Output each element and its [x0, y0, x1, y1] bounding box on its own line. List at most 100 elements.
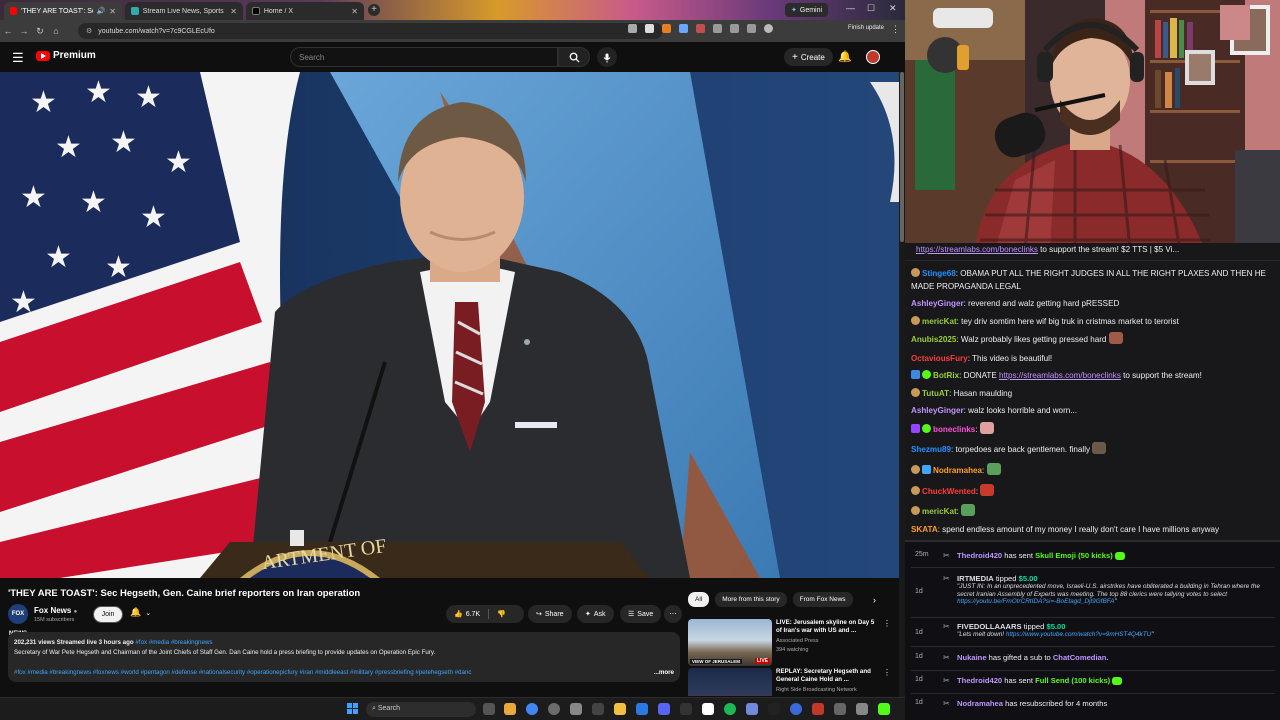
chip-all[interactable]: All	[688, 592, 710, 607]
chevron-right-icon[interactable]: ›	[873, 595, 876, 605]
discord-icon[interactable]	[658, 703, 670, 715]
share-button[interactable]: ↪ Share	[528, 605, 572, 623]
create-button[interactable]: + Create	[784, 48, 833, 66]
dislike-button[interactable]: 👎	[497, 610, 506, 618]
more-options-icon[interactable]: ⋮	[883, 668, 891, 677]
account-avatar[interactable]	[866, 50, 880, 64]
chat-username[interactable]: Stinge68	[922, 269, 956, 278]
ask-button[interactable]: ✦ Ask	[577, 605, 614, 623]
gift-recipient[interactable]: ChatComedian.	[1053, 653, 1109, 662]
feed-username[interactable]: Nukaine	[957, 653, 987, 662]
folder-icon[interactable]	[614, 703, 626, 715]
app-icon[interactable]	[768, 703, 780, 715]
profile-icon[interactable]	[764, 24, 773, 33]
forward-icon[interactable]: →	[16, 26, 32, 36]
search-button[interactable]	[558, 47, 590, 67]
chat-username[interactable]: SKATA	[911, 525, 938, 534]
chat-username[interactable]: BotRix	[933, 371, 959, 380]
description-meta-tags[interactable]: #fox #media #breakingnews	[135, 639, 212, 646]
like-button[interactable]: 👍 6.7K	[454, 610, 480, 619]
chat-username[interactable]: TutuAT	[922, 389, 949, 398]
recommendation-item[interactable]: REPLAY: Secretary Hegseth and General Ca…	[688, 668, 893, 696]
home-icon[interactable]: ⌂	[48, 26, 64, 36]
browser-tab-stream[interactable]: Stream Live News, Sports ✕	[125, 2, 243, 20]
sidebar-icon[interactable]	[747, 24, 756, 33]
video-description[interactable]: 202,231 views Streamed live 3 hours ago …	[8, 632, 680, 682]
chat-username[interactable]: Anubis2025	[911, 335, 956, 344]
feed-username[interactable]: IRTMEDIA	[957, 574, 994, 583]
bookmark-star-icon[interactable]	[645, 24, 654, 33]
tip-link[interactable]: https://www.youtube.com/watch?v=9mHST4Q4…	[1006, 631, 1151, 638]
maximize-icon[interactable]: ☐	[867, 3, 875, 14]
show-more-button[interactable]: ...more	[654, 668, 674, 678]
chat-username[interactable]: mericKat	[922, 507, 957, 516]
task-view-icon[interactable]	[483, 703, 495, 715]
extension-icon[interactable]	[696, 24, 705, 33]
close-window-icon[interactable]: ✕	[889, 3, 897, 14]
feed-username[interactable]: Thedroid420	[957, 676, 1002, 685]
chat-username[interactable]: AshleyGinger	[911, 406, 964, 415]
file-explorer-icon[interactable]	[504, 703, 516, 715]
menu-hamburger-icon[interactable]: ☰	[12, 50, 24, 66]
app-icon[interactable]	[834, 703, 846, 715]
browser-tab-x[interactable]: Home / X ✕	[246, 2, 364, 20]
channel-name[interactable]: Fox News ●	[34, 606, 77, 615]
chip-from-channel[interactable]: From Fox News	[792, 592, 853, 607]
chrome-icon[interactable]	[526, 703, 538, 715]
video-thumbnail[interactable]	[688, 668, 772, 696]
extension-icon[interactable]	[679, 24, 688, 33]
search-input[interactable]: Search	[290, 47, 558, 67]
chip-more-from-story[interactable]: More from this story	[715, 592, 787, 607]
gemini-button[interactable]: ✦ Gemini	[785, 3, 829, 17]
chat-username[interactable]: AshleyGinger	[911, 299, 964, 308]
kick-icon[interactable]	[878, 703, 890, 715]
chat-username[interactable]: Nodramahea	[933, 466, 982, 475]
recommendation-item[interactable]: VIEW OF JERUSALEM LIVE LIVE: Jerusalem s…	[688, 619, 893, 667]
youtube-logo[interactable]: Premium	[36, 50, 96, 61]
app-icon[interactable]	[680, 703, 692, 715]
finish-update-button[interactable]: Finish update	[848, 25, 884, 31]
reload-icon[interactable]: ↻	[32, 26, 48, 37]
more-options-icon[interactable]: ⋮	[883, 619, 891, 628]
app-icon[interactable]	[856, 703, 868, 715]
tab-close-icon[interactable]: ✕	[351, 7, 358, 16]
windows-start-icon[interactable]	[347, 703, 359, 715]
chat-username[interactable]: Shezmu89	[911, 445, 951, 454]
tab-close-icon[interactable]: ✕	[230, 7, 237, 16]
pinned-link[interactable]: https://streamlabs.com/boneclinks	[916, 245, 1038, 254]
app-icon[interactable]	[570, 703, 582, 715]
extension-icon[interactable]	[713, 24, 722, 33]
more-actions-button[interactable]: ⋯	[664, 605, 682, 623]
extensions-puzzle-icon[interactable]	[730, 24, 739, 33]
feed-username[interactable]: Thedroid420	[957, 551, 1002, 560]
address-bar[interactable]: ⚙ youtube.com/watch?v=7c9CGLEcUfo	[78, 23, 663, 39]
app-icon[interactable]	[746, 703, 758, 715]
voice-search-button[interactable]	[597, 47, 617, 67]
feed-username[interactable]: Nodramahea	[957, 699, 1003, 708]
app-icon[interactable]	[592, 703, 604, 715]
scrollbar-thumb[interactable]	[900, 72, 904, 242]
feed-username[interactable]: FIVEDOLLAAARS	[957, 622, 1022, 631]
channel-avatar[interactable]: FOX NEWS	[8, 604, 28, 637]
chat-username[interactable]: boneclinks	[933, 425, 975, 434]
app-icon[interactable]	[548, 703, 560, 715]
new-tab-icon[interactable]: +	[368, 4, 380, 16]
extension-icon[interactable]	[662, 24, 671, 33]
obs-icon[interactable]	[702, 703, 714, 715]
menu-kebab-icon[interactable]: ⋮	[891, 24, 900, 35]
minimize-icon[interactable]: —	[846, 3, 855, 13]
chat-username[interactable]: ChuckWented	[922, 487, 976, 496]
subscription-bell-button[interactable]: 🔔 ⌄	[130, 607, 151, 618]
telegram-icon[interactable]	[636, 703, 648, 715]
app-icon[interactable]	[790, 703, 802, 715]
video-thumbnail[interactable]: VIEW OF JERUSALEM LIVE	[688, 619, 772, 666]
spotify-icon[interactable]	[724, 703, 736, 715]
site-info-icon[interactable]: ⚙	[86, 27, 92, 35]
app-icon[interactable]	[812, 703, 824, 715]
browser-tab-youtube[interactable]: 'THEY ARE TOAST': Sec Heg 🔊 ✕	[4, 2, 122, 20]
save-button[interactable]: ☰ Save	[620, 605, 662, 623]
join-button[interactable]: Join	[93, 606, 123, 623]
tab-close-icon[interactable]: ✕	[109, 7, 116, 16]
chat-username[interactable]: mericKat	[922, 317, 957, 326]
taskbar-search[interactable]: ⌕ Search	[366, 702, 476, 717]
